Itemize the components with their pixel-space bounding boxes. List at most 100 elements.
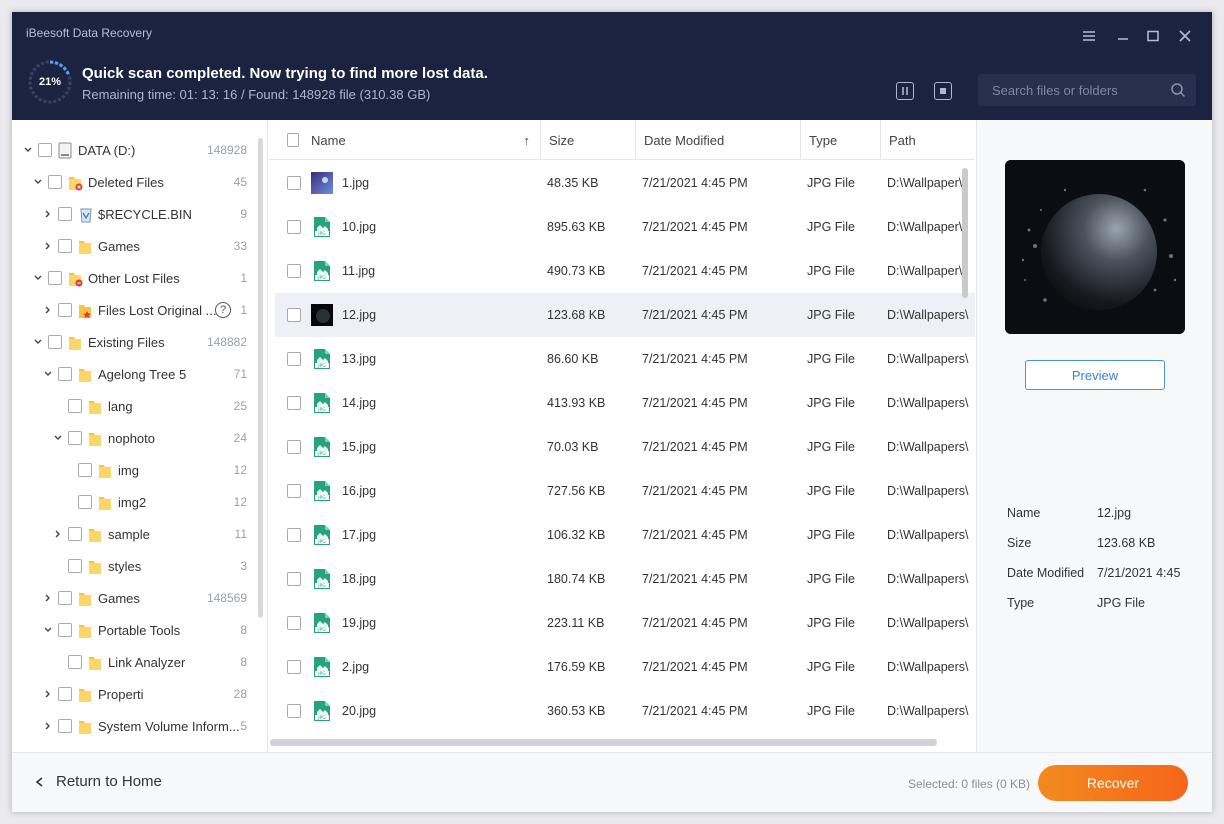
tree-item[interactable]: nophoto 24 <box>12 422 267 454</box>
tree-item-checkbox[interactable] <box>48 175 62 189</box>
tree-item-checkbox[interactable] <box>68 527 82 541</box>
close-icon[interactable] <box>1174 26 1196 46</box>
file-row-checkbox[interactable] <box>287 308 301 322</box>
file-row[interactable]: JPG 2.jpg 176.59 KB 7/21/2021 4:45 PM JPG Fi… <box>275 645 975 689</box>
tree-item[interactable]: Files Lost Original ...? 1 <box>12 294 267 326</box>
file-row-checkbox[interactable] <box>287 660 301 674</box>
tree-item[interactable]: Portable Tools 8 <box>12 614 267 646</box>
chevron-down-icon[interactable] <box>32 176 44 188</box>
tree-item-checkbox[interactable] <box>68 399 82 413</box>
column-size[interactable]: Size <box>541 120 636 160</box>
file-row-checkbox[interactable] <box>287 704 301 718</box>
tree-item[interactable]: Existing Files 148882 <box>12 326 267 358</box>
file-row[interactable]: JPG 14.jpg 413.93 KB 7/21/2021 4:45 PM JPG F… <box>275 381 975 425</box>
file-row-checkbox[interactable] <box>287 176 301 190</box>
column-type[interactable]: Type <box>801 120 881 160</box>
chevron-down-icon[interactable] <box>52 432 64 444</box>
tree-item[interactable]: System Volume Inform... 5 <box>12 710 267 742</box>
chevron-right-icon[interactable] <box>42 720 54 732</box>
tree-item[interactable]: styles 3 <box>12 550 267 582</box>
search-input[interactable] <box>978 74 1164 106</box>
tree-scrollbar[interactable] <box>258 138 263 618</box>
file-row[interactable]: JPG 11.jpg 490.73 KB 7/21/2021 4:45 PM JPG F… <box>275 249 975 293</box>
chevron-down-icon[interactable] <box>32 272 44 284</box>
tree-item-checkbox[interactable] <box>58 623 72 637</box>
tree-item[interactable]: lang 25 <box>12 390 267 422</box>
tree-item[interactable]: sample 11 <box>12 518 267 550</box>
file-row-checkbox[interactable] <box>287 440 301 454</box>
file-name: 16.jpg <box>342 484 377 498</box>
pause-button[interactable] <box>896 82 914 100</box>
column-name[interactable]: Name ↑ <box>303 120 541 160</box>
tree-item-checkbox[interactable] <box>58 303 72 317</box>
tree-item-checkbox[interactable] <box>78 463 92 477</box>
file-list-horizontal-scrollbar[interactable] <box>270 739 937 746</box>
preview-button[interactable]: Preview <box>1025 360 1165 390</box>
file-row-checkbox[interactable] <box>287 264 301 278</box>
file-row-checkbox[interactable] <box>287 484 301 498</box>
file-row[interactable]: JPG 20.jpg 360.53 KB 7/21/2021 4:45 PM JPG F… <box>275 689 975 733</box>
tree-item[interactable]: Games 33 <box>12 230 267 262</box>
select-all-checkbox[interactable] <box>287 133 299 147</box>
chevron-down-icon[interactable] <box>42 624 54 636</box>
file-row-checkbox[interactable] <box>287 352 301 366</box>
file-row[interactable]: JPG 16.jpg 727.56 KB 7/21/2021 4:45 PM JPG F… <box>275 469 975 513</box>
file-row-checkbox[interactable] <box>287 572 301 586</box>
tree-item-checkbox[interactable] <box>68 559 82 573</box>
chevron-right-icon[interactable] <box>42 240 54 252</box>
file-row[interactable]: 12.jpg 123.68 KB 7/21/2021 4:45 PM JPG File… <box>275 293 975 337</box>
tree-item-checkbox[interactable] <box>58 239 72 253</box>
tree-item[interactable]: Deleted Files 45 <box>12 166 267 198</box>
file-row[interactable]: 1.jpg 48.35 KB 7/21/2021 4:45 PM JPG File D:… <box>275 161 975 205</box>
file-row-checkbox[interactable] <box>287 396 301 410</box>
file-row-checkbox[interactable] <box>287 528 301 542</box>
tree-item-checkbox[interactable] <box>68 431 82 445</box>
menu-icon[interactable] <box>1078 26 1100 46</box>
return-home-button[interactable]: Return to Home <box>34 773 162 790</box>
chevron-right-icon[interactable] <box>42 688 54 700</box>
file-row[interactable]: JPG 15.jpg 70.03 KB 7/21/2021 4:45 PM JPG Fi… <box>275 425 975 469</box>
file-row[interactable]: JPG 19.jpg 223.11 KB 7/21/2021 4:45 PM JPG F… <box>275 601 975 645</box>
tree-item-checkbox[interactable] <box>58 207 72 221</box>
chevron-right-icon[interactable] <box>42 208 54 220</box>
file-row-checkbox[interactable] <box>287 220 301 234</box>
tree-item[interactable]: img2 12 <box>12 486 267 518</box>
column-date[interactable]: Date Modified <box>636 120 801 160</box>
tree-item-checkbox[interactable] <box>58 719 72 733</box>
chevron-down-icon[interactable] <box>22 144 34 156</box>
recover-button[interactable]: Recover <box>1038 765 1188 801</box>
tree-item[interactable]: Other Lost Files 1 <box>12 262 267 294</box>
tree-item-checkbox[interactable] <box>38 143 52 157</box>
tree-item-checkbox[interactable] <box>48 271 62 285</box>
chevron-down-icon[interactable] <box>32 336 44 348</box>
chevron-right-icon[interactable] <box>42 592 54 604</box>
chevron-right-icon[interactable] <box>42 304 54 316</box>
stop-button[interactable] <box>934 82 952 100</box>
file-row-checkbox[interactable] <box>287 616 301 630</box>
maximize-icon[interactable] <box>1142 26 1164 46</box>
tree-item-checkbox[interactable] <box>48 335 62 349</box>
tree-item-checkbox[interactable] <box>58 367 72 381</box>
tree-item[interactable]: Games 148569 <box>12 582 267 614</box>
file-row[interactable]: JPG 18.jpg 180.74 KB 7/21/2021 4:45 PM JPG F… <box>275 557 975 601</box>
tree-item[interactable]: DATA (D:) 148928 <box>12 134 267 166</box>
file-row[interactable]: JPG 10.jpg 895.63 KB 7/21/2021 4:45 PM JPG F… <box>275 205 975 249</box>
tree-item-checkbox[interactable] <box>58 687 72 701</box>
tree-item[interactable]: Properti 28 <box>12 678 267 710</box>
file-row[interactable]: JPG 17.jpg 106.32 KB 7/21/2021 4:45 PM JPG F… <box>275 513 975 557</box>
search-icon[interactable] <box>1170 82 1186 98</box>
chevron-right-icon[interactable] <box>52 528 64 540</box>
minimize-icon[interactable] <box>1112 26 1134 46</box>
chevron-down-icon[interactable] <box>42 368 54 380</box>
column-path[interactable]: Path <box>881 120 975 160</box>
tree-item[interactable]: Link Analyzer 8 <box>12 646 267 678</box>
file-row[interactable]: JPG 13.jpg 86.60 KB 7/21/2021 4:45 PM JPG Fi… <box>275 337 975 381</box>
file-list-vertical-scrollbar[interactable] <box>962 168 968 298</box>
help-icon[interactable]: ? <box>215 302 231 318</box>
tree-item-checkbox[interactable] <box>78 495 92 509</box>
tree-item[interactable]: Agelong Tree 5 71 <box>12 358 267 390</box>
tree-item-checkbox[interactable] <box>68 655 82 669</box>
tree-item[interactable]: img 12 <box>12 454 267 486</box>
tree-item-checkbox[interactable] <box>58 591 72 605</box>
tree-item[interactable]: $RECYCLE.BIN 9 <box>12 198 267 230</box>
